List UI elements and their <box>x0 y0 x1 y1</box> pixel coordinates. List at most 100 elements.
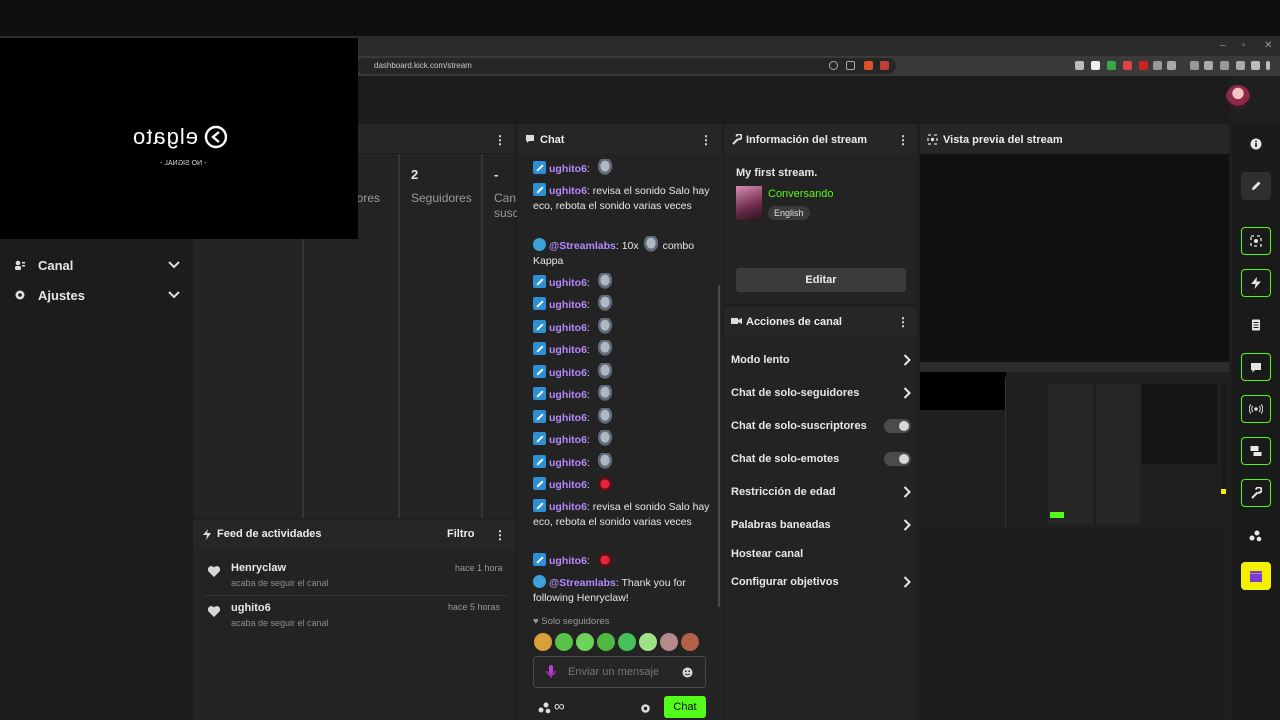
channel-actions-menu-icon[interactable]: ⋮ <box>897 315 909 329</box>
stream-info-menu-icon[interactable]: ⋮ <box>897 133 909 147</box>
chat-username[interactable]: ughito6 <box>549 322 587 334</box>
feed-menu-icon[interactable]: ⋮ <box>494 528 506 542</box>
chat-menu-icon[interactable]: ⋮ <box>700 133 712 147</box>
chevron-right-icon <box>903 519 911 531</box>
maximize-icon[interactable]: ▫ <box>1242 40 1246 51</box>
emote-icon[interactable] <box>681 633 699 651</box>
filter-button[interactable]: Filtro <box>447 528 475 540</box>
broadcast-icon[interactable] <box>1241 395 1271 423</box>
chat-username[interactable]: ughito6 <box>549 389 587 401</box>
chat-message: ughito6: <box>533 318 711 336</box>
channel-action-row[interactable]: Chat de solo-seguidores <box>731 383 911 403</box>
emote-icon[interactable] <box>534 633 552 651</box>
sidebar-item-canal[interactable]: Canal <box>14 255 180 275</box>
notes-icon[interactable] <box>1241 311 1271 339</box>
channel-actions-title: Acciones de canal <box>746 316 842 328</box>
emote-icon[interactable] <box>576 633 594 651</box>
feed-item-sub: acaba de seguir el canal <box>231 578 329 588</box>
minimize-icon[interactable]: – <box>1220 40 1226 51</box>
chat-username[interactable]: @Streamlabs <box>549 577 616 589</box>
extension-icon[interactable] <box>1167 61 1176 70</box>
chat-username[interactable]: ughito6 <box>549 412 587 424</box>
send-chat-button[interactable]: Chat <box>664 696 706 718</box>
emoji-icon[interactable] <box>682 667 693 678</box>
menu-icon[interactable] <box>1266 61 1270 70</box>
kick-points-icon[interactable] <box>1241 521 1271 549</box>
extension-icon[interactable] <box>1075 61 1084 70</box>
rewards-icon[interactable] <box>880 61 889 70</box>
channel-actions-icon <box>731 318 742 324</box>
edit-button[interactable]: Editar <box>736 268 906 292</box>
channel-action-row[interactable]: Hostear canal <box>731 544 911 564</box>
extension-icon[interactable] <box>1091 61 1100 70</box>
chat-username[interactable]: ughito6 <box>549 163 587 175</box>
feed-item-name[interactable]: Henryclaw <box>231 562 286 574</box>
gear-icon[interactable] <box>640 703 651 714</box>
category-name[interactable]: Conversando <box>768 188 833 200</box>
chat-username[interactable]: ughito6 <box>549 277 587 289</box>
extension-icon[interactable] <box>1107 61 1116 70</box>
kick-points-icon[interactable] <box>538 701 552 714</box>
emote-icon[interactable] <box>555 633 573 651</box>
chat-message: ughito6: <box>533 295 711 313</box>
close-window-icon[interactable]: ✕ <box>1264 40 1272 51</box>
chat-username[interactable]: ughito6 <box>549 457 587 469</box>
activity-bolt-icon[interactable] <box>1241 269 1271 297</box>
extension-icon[interactable] <box>1153 61 1162 70</box>
stats-menu-icon[interactable]: ⋮ <box>494 133 506 147</box>
chat-input[interactable] <box>568 664 678 680</box>
clapperboard-icon[interactable] <box>1241 562 1271 590</box>
chat-message: ughito6: <box>533 551 711 569</box>
channel-action-row[interactable]: Restricción de edad <box>731 482 911 502</box>
channel-action-row[interactable]: Configurar objetivos <box>731 572 911 592</box>
url-text[interactable]: dashboard.kick.com/stream <box>374 61 472 70</box>
emote-icon[interactable] <box>597 633 615 651</box>
sidebar-item-ajustes[interactable]: Ajustes <box>14 285 180 305</box>
chat-message: ughito6: <box>533 385 711 403</box>
avatar[interactable] <box>1226 85 1250 109</box>
vpn-icon[interactable] <box>1251 61 1260 70</box>
channel-actions-icon[interactable] <box>1241 437 1271 465</box>
extension-icon[interactable] <box>1123 61 1132 70</box>
wrench-icon[interactable] <box>1241 479 1271 507</box>
chat-username[interactable]: ughito6 <box>549 299 587 311</box>
microphone-icon[interactable] <box>546 665 556 679</box>
channel-action-row[interactable]: Palabras baneadas <box>731 515 911 535</box>
chat-username[interactable]: ughito6 <box>549 501 587 513</box>
emote-icon[interactable] <box>618 633 636 651</box>
chat-bubble-icon[interactable] <box>1241 353 1271 381</box>
extension-icon[interactable] <box>1139 61 1148 70</box>
channel-action-label: Hostear canal <box>731 548 804 560</box>
emote-icon[interactable] <box>639 633 657 651</box>
chat-message: ughito6: <box>533 363 711 381</box>
chat-username[interactable]: @Streamlabs <box>549 240 616 252</box>
channel-action-row[interactable]: Modo lento <box>731 350 911 370</box>
feed-item-time: hace 1 hora <box>455 563 503 573</box>
chat-bubble-icon <box>526 135 534 143</box>
preview-toggle-icon[interactable] <box>1241 227 1271 255</box>
chat-username[interactable]: ughito6 <box>549 434 587 446</box>
share-icon[interactable] <box>846 61 855 70</box>
category-thumbnail[interactable] <box>736 186 762 220</box>
chat-username[interactable]: ughito6 <box>549 185 587 197</box>
heart-icon <box>207 565 221 578</box>
chat-scrollbar[interactable] <box>718 285 720 607</box>
chat-username[interactable]: ughito6 <box>549 344 587 356</box>
brave-shield-icon[interactable] <box>864 61 873 70</box>
chat-username[interactable]: ughito6 <box>549 479 587 491</box>
chat-username[interactable]: ughito6 <box>549 367 587 379</box>
sidebar-toggle-icon[interactable] <box>1204 61 1213 70</box>
channel-action-row[interactable]: Chat de solo-suscriptores <box>731 416 911 436</box>
zoom-icon[interactable] <box>829 61 838 70</box>
emote-icon[interactable] <box>660 633 678 651</box>
chat-username[interactable]: ughito6 <box>549 555 587 567</box>
feed-item-name[interactable]: ughito6 <box>231 602 271 614</box>
toggle-switch[interactable] <box>884 419 911 433</box>
extension-icon[interactable] <box>1220 61 1229 70</box>
toggle-switch[interactable] <box>884 452 911 466</box>
info-icon[interactable] <box>1241 130 1271 158</box>
extension-icon[interactable] <box>1236 61 1245 70</box>
music-icon[interactable] <box>1190 61 1199 70</box>
edit-pencil-icon[interactable] <box>1241 172 1271 200</box>
channel-action-row[interactable]: Chat de solo-emotes <box>731 449 911 469</box>
